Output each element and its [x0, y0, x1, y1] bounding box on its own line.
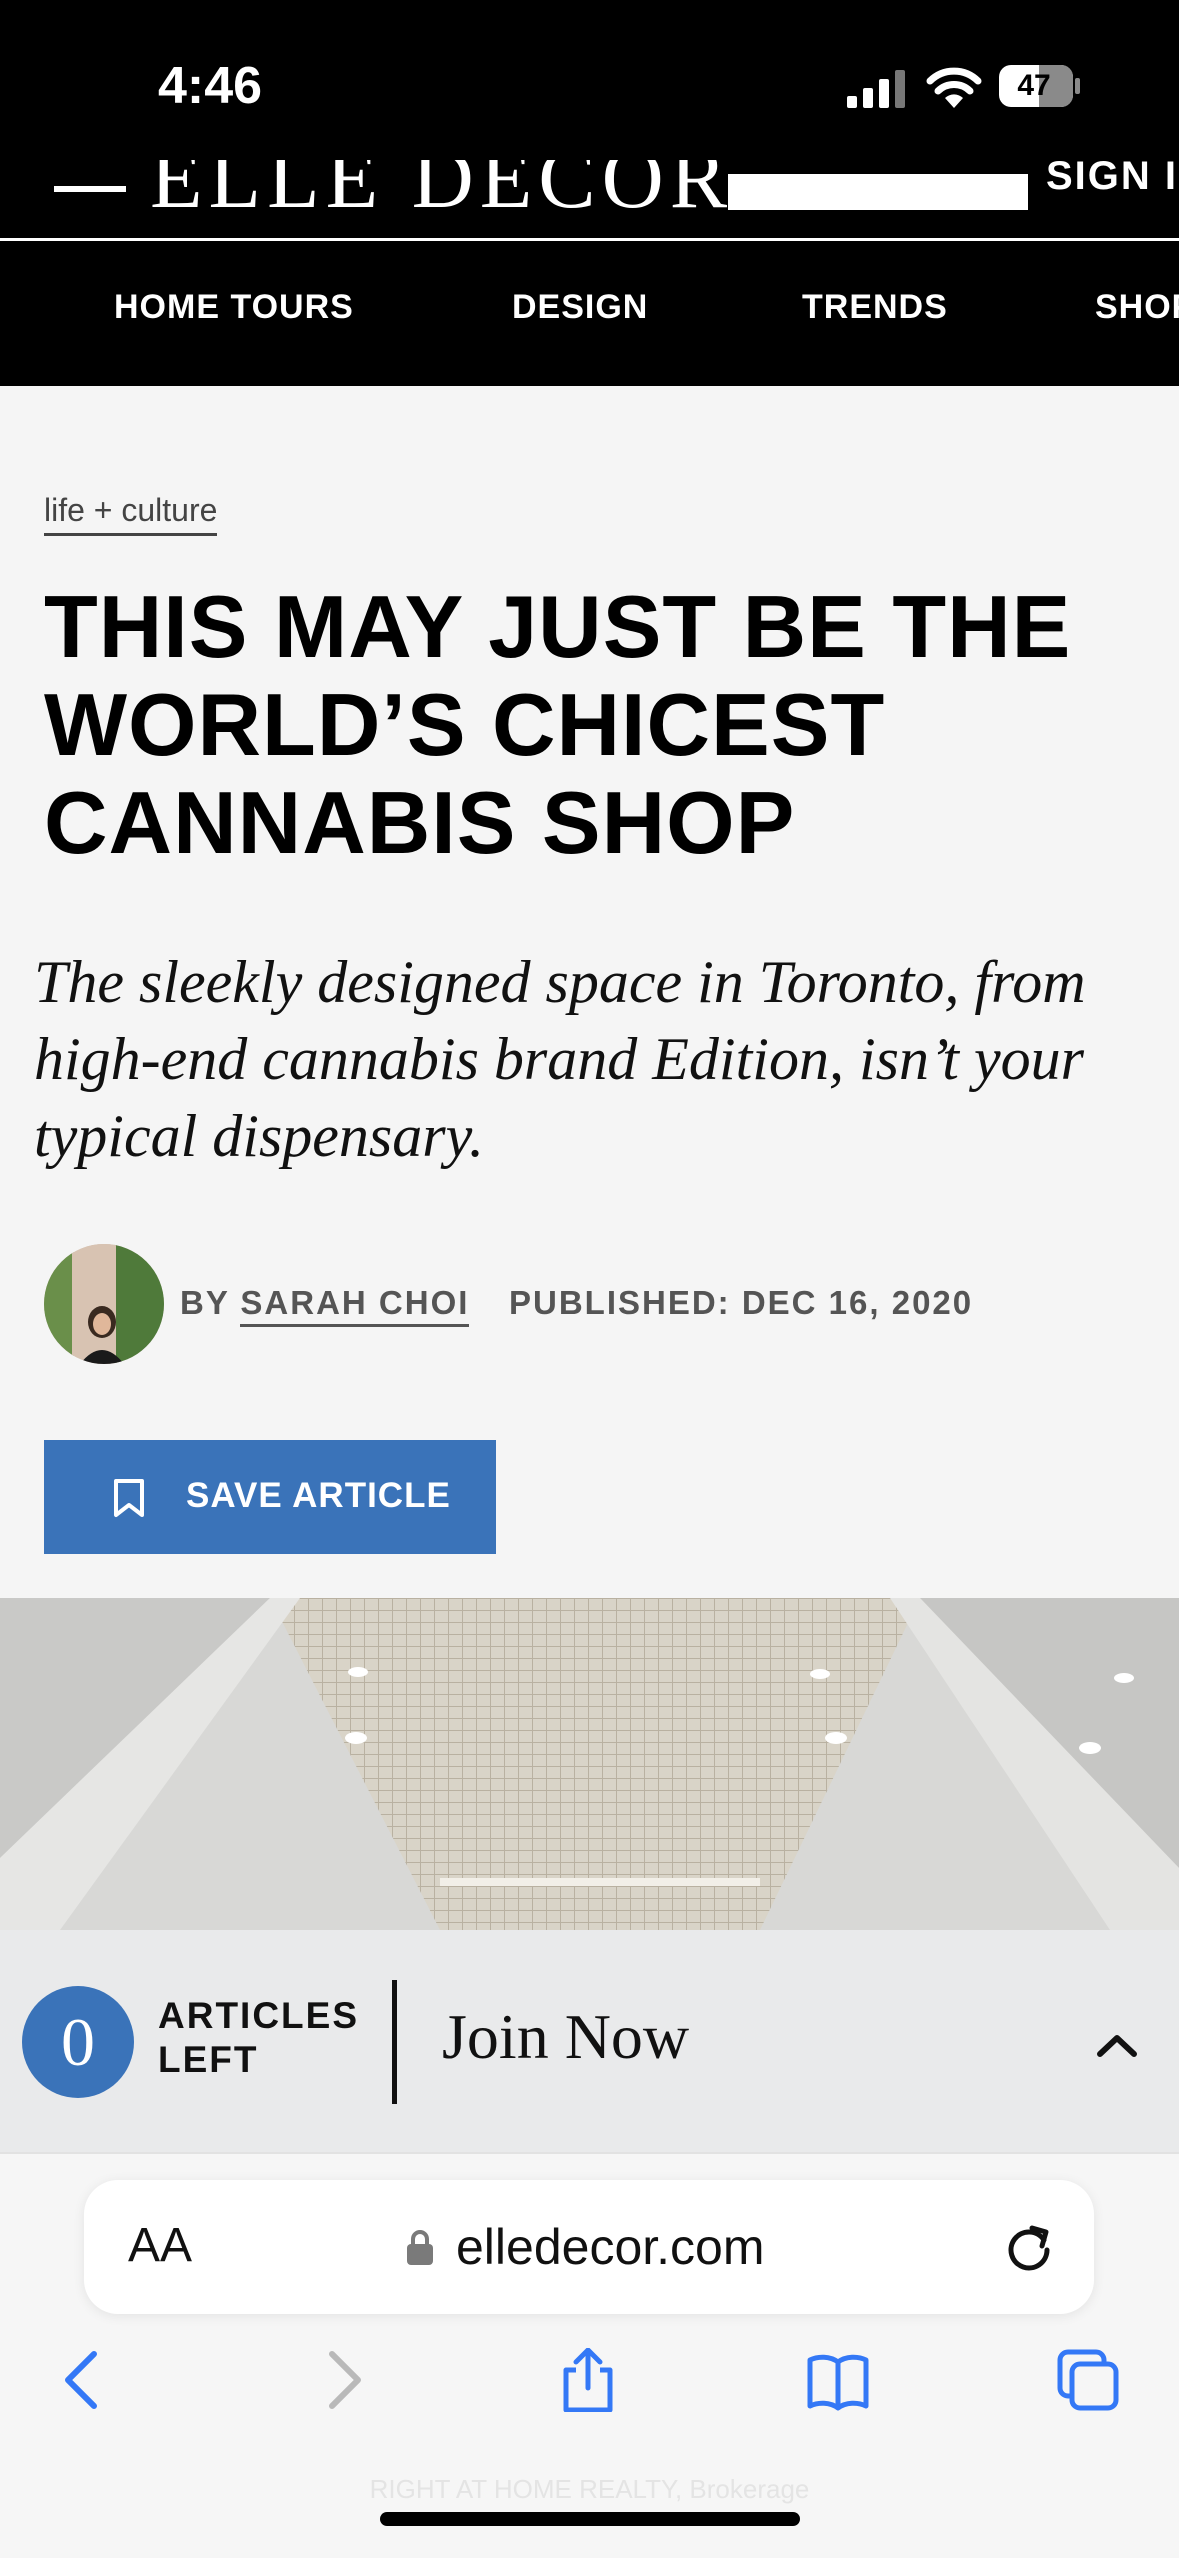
- status-time: 4:46: [158, 57, 263, 115]
- byline-prefix: BY: [180, 1284, 230, 1321]
- hero-image: [0, 1598, 1179, 1930]
- lock-icon: [407, 2230, 433, 2265]
- home-indicator[interactable]: [380, 2512, 800, 2526]
- menu-icon[interactable]: [54, 186, 126, 192]
- share-icon[interactable]: [556, 2348, 620, 2412]
- chevron-up-icon[interactable]: [1094, 2030, 1140, 2060]
- bookmarks-icon[interactable]: [806, 2348, 870, 2412]
- save-article-label: SAVE ARTICLE: [186, 1476, 451, 1515]
- back-icon[interactable]: [54, 2348, 118, 2412]
- nav-item-home-tours[interactable]: HOME TOURS: [114, 288, 354, 327]
- site-header: ELLE DECOR SIGN IN HOME TOURS DESIGN TRE…: [0, 160, 1179, 386]
- save-article-button[interactable]: SAVE ARTICLE: [44, 1440, 496, 1554]
- address-bar[interactable]: AA elledecor.com: [84, 2180, 1094, 2314]
- nav-item-design[interactable]: DESIGN: [512, 288, 648, 327]
- articles-left-label: ARTICLES LEFT: [158, 1995, 359, 2080]
- subscribe-button[interactable]: [728, 174, 1028, 210]
- signal-icon: [847, 70, 905, 108]
- article-dek: The sleekly designed space in Toronto, f…: [34, 949, 1086, 1169]
- paywall-divider: [392, 1980, 397, 2104]
- nav-item-shop[interactable]: SHOP: [1095, 288, 1179, 327]
- battery-level: 47: [1017, 69, 1051, 102]
- bookmark-icon: [114, 1479, 144, 1517]
- forward-icon[interactable]: [308, 2348, 372, 2412]
- avatar[interactable]: [44, 1244, 164, 1364]
- join-now-link[interactable]: Join Now: [442, 2000, 689, 2074]
- nav-item-trends[interactable]: TRENDS: [802, 288, 948, 327]
- articles-left-count: 0: [22, 1986, 134, 2098]
- wifi-icon: [926, 67, 982, 108]
- watermark-text: RIGHT AT HOME REALTY, Brokerage: [369, 2474, 810, 2504]
- header-divider: [0, 238, 1179, 241]
- published-date: PUBLISHED: DEC 16, 2020: [509, 1284, 974, 1321]
- article-title: THIS MAY JUST BE THE WORLD’S CHICEST CAN…: [44, 577, 1072, 872]
- text-size-button[interactable]: AA: [128, 2218, 192, 2273]
- url-text[interactable]: elledecor.com: [456, 2218, 765, 2276]
- sign-in-link[interactable]: SIGN IN: [1046, 160, 1179, 199]
- status-bar: 4:46 47: [0, 0, 1179, 160]
- site-logo[interactable]: ELLE DECOR: [150, 160, 733, 228]
- tabs-icon[interactable]: [1056, 2348, 1120, 2412]
- byline: BY SARAH CHOI: [180, 1284, 470, 1327]
- category-tag[interactable]: life + culture: [44, 492, 218, 536]
- author-link[interactable]: SARAH CHOI: [240, 1284, 470, 1327]
- author-photo: [44, 1244, 164, 1364]
- paywall-bar: 0 ARTICLES LEFT Join Now: [0, 1930, 1179, 2152]
- reload-icon[interactable]: [1002, 2220, 1056, 2274]
